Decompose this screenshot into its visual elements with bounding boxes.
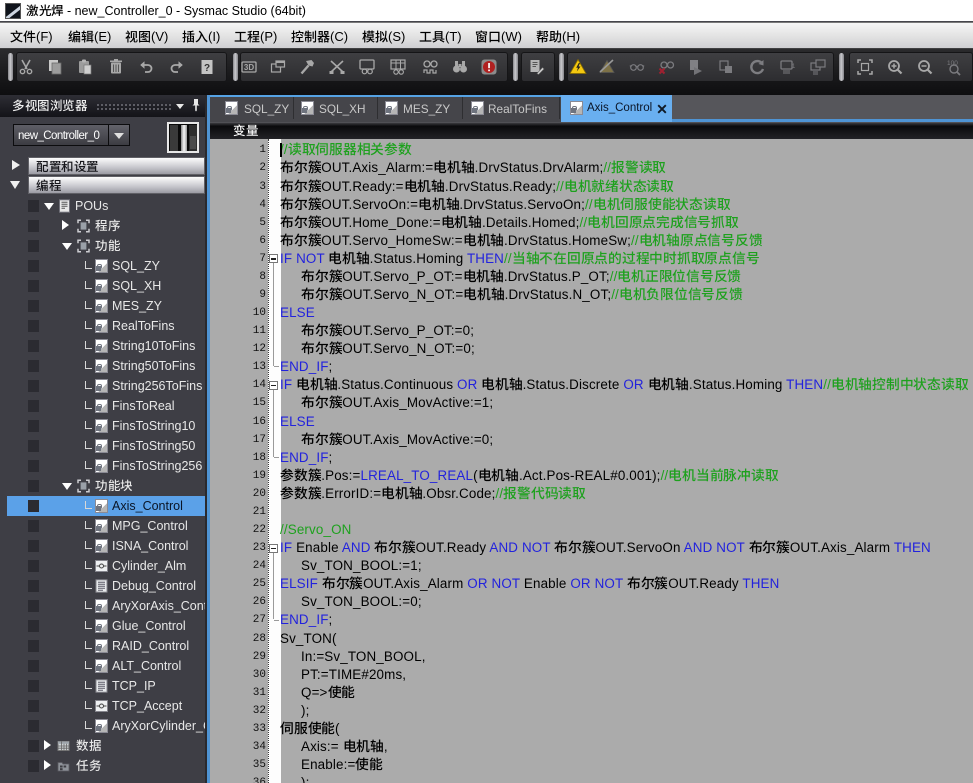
svg-text:1: 1 — [792, 64, 796, 70]
svg-text:?: ? — [204, 63, 210, 74]
svg-text:3D: 3D — [244, 63, 254, 72]
